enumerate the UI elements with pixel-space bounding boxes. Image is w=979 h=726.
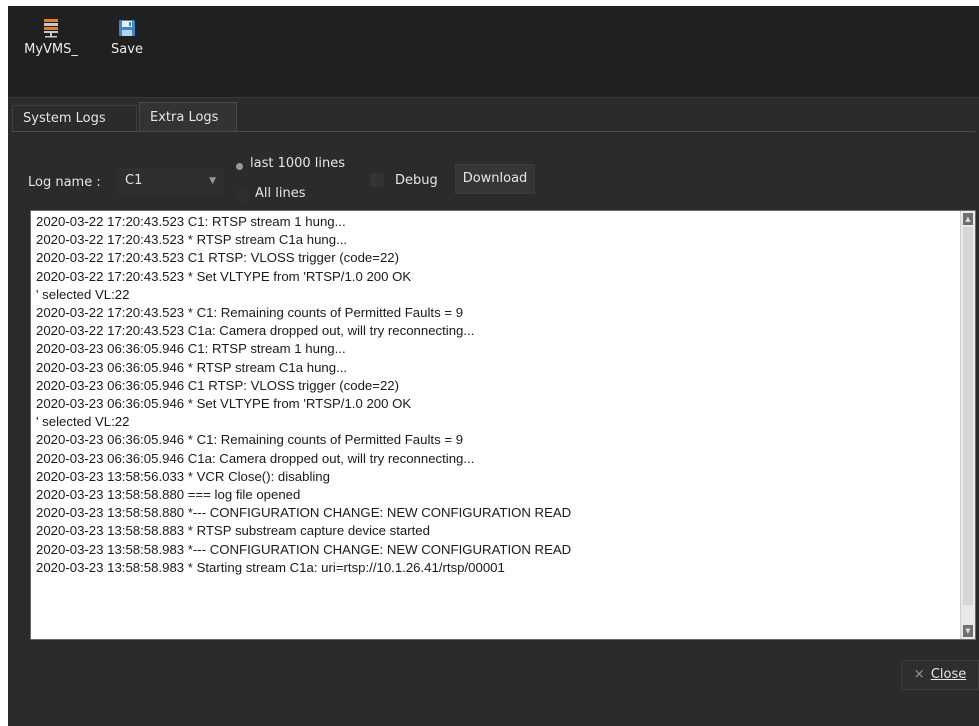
log-line: 2020-03-23 13:58:58.983 * Starting strea… <box>36 559 505 575</box>
log-line: 2020-03-22 17:20:43.523 * C1: Remaining … <box>36 305 464 321</box>
log-line: 2020-03-23 13:58:58.880 === log file ope… <box>36 487 301 503</box>
floppy-disk-icon <box>119 20 135 36</box>
log-line: 2020-03-22 17:20:43.523 C1a: Camera drop… <box>36 323 475 339</box>
scroll-up-icon[interactable]: ▲ <box>963 213 973 225</box>
save-button[interactable]: Save <box>106 18 148 57</box>
log-line: 2020-03-23 06:36:05.946 * RTSP stream C1… <box>36 359 348 375</box>
log-line: 2020-03-23 06:36:05.946 C1a: Camera drop… <box>36 450 475 466</box>
log-name-select[interactable]: C1 ▼ <box>116 168 224 194</box>
all-lines-label[interactable]: All lines <box>255 186 305 201</box>
tab-system-logs[interactable]: System Logs <box>12 105 137 132</box>
log-text: 2020-03-22 17:20:43.523 C1: RTSP stream … <box>36 213 955 639</box>
log-line: 2020-03-23 13:58:58.880 *--- CONFIGURATI… <box>36 505 572 521</box>
chevron-down-icon: ▼ <box>209 176 216 186</box>
scrollbar-thumb[interactable] <box>963 227 973 605</box>
server-icon <box>44 19 58 38</box>
last-lines-label[interactable]: last 1000 lines <box>250 156 345 171</box>
scroll-down-icon[interactable]: ▼ <box>963 625 973 637</box>
log-line: 2020-03-23 06:36:05.946 C1 RTSP: VLOSS t… <box>36 377 400 393</box>
all-lines-radio[interactable] <box>236 188 250 202</box>
toolbar: MyVMS_ Save <box>8 6 979 98</box>
log-viewer-window: MyVMS_ Save System Logs Extra Logs Log n… <box>8 6 979 726</box>
close-label: Close <box>930 667 967 682</box>
extra-logs-panel: Log name : C1 ▼ last 1000 lines All line… <box>12 131 976 717</box>
save-label: Save <box>111 42 143 57</box>
log-line: 2020-03-22 17:20:43.523 * Set VLTYPE fro… <box>36 268 412 284</box>
log-line: 2020-03-22 17:20:43.523 * RTSP stream C1… <box>36 232 348 248</box>
debug-checkbox[interactable] <box>370 173 384 187</box>
log-line: 2020-03-23 06:36:05.946 * Set VLTYPE fro… <box>36 396 412 412</box>
log-name-label: Log name : <box>28 175 101 190</box>
myvms-label: MyVMS_ <box>24 42 78 57</box>
download-button[interactable]: Download <box>455 164 535 194</box>
log-line: ' selected VL:22 <box>36 286 130 302</box>
log-line: 2020-03-22 17:20:43.523 C1: RTSP stream … <box>36 214 346 229</box>
log-line: 2020-03-22 17:20:43.523 C1 RTSP: VLOSS t… <box>36 250 400 266</box>
log-line: 2020-03-23 06:36:05.946 C1: RTSP stream … <box>36 341 346 357</box>
log-text-area[interactable]: 2020-03-22 17:20:43.523 C1: RTSP stream … <box>30 210 976 640</box>
debug-label[interactable]: Debug <box>395 173 438 188</box>
vertical-scrollbar[interactable]: ▲ ▼ <box>960 211 975 639</box>
log-line: ' selected VL:22 <box>36 414 130 430</box>
last-lines-radio[interactable] <box>236 163 243 170</box>
myvms-button[interactable]: MyVMS_ <box>20 18 82 57</box>
tab-extra-logs[interactable]: Extra Logs <box>139 102 237 132</box>
log-line: 2020-03-23 06:36:05.946 * C1: Remaining … <box>36 432 464 448</box>
log-name-value: C1 <box>125 173 143 188</box>
log-line: 2020-03-23 13:58:58.883 * RTSP substream… <box>36 523 430 539</box>
close-icon: × <box>913 667 925 682</box>
log-line: 2020-03-23 13:58:58.983 *--- CONFIGURATI… <box>36 541 572 557</box>
log-line: 2020-03-23 13:58:56.033 * VCR Close(): d… <box>36 468 330 484</box>
close-button[interactable]: × Close <box>901 660 979 690</box>
